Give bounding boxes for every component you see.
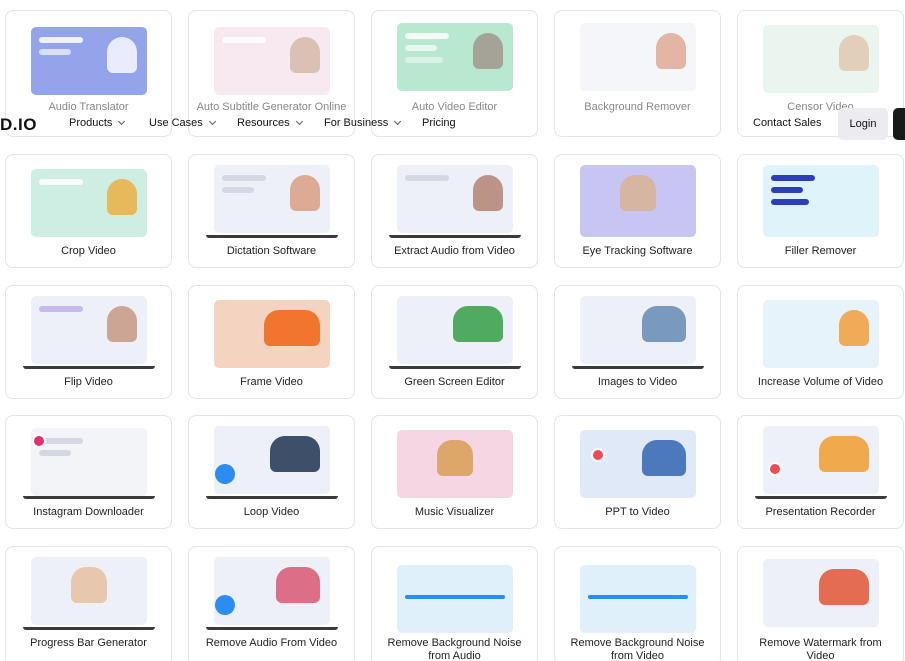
- tool-thumbnail: [396, 430, 513, 498]
- tool-card[interactable]: Remove Audio From Video: [188, 546, 355, 661]
- tool-card-title: Crop Video: [61, 245, 116, 257]
- tool-card[interactable]: Remove Background Noise from Video: [554, 546, 721, 661]
- tool-card-title: Remove Audio From Video: [205, 637, 338, 649]
- nav-use-cases[interactable]: Use Cases: [149, 117, 216, 129]
- nav-for-business[interactable]: For Business: [324, 117, 402, 129]
- tool-thumbnail: [213, 426, 330, 494]
- tool-thumbnail: [396, 565, 513, 633]
- tool-card[interactable]: Loop Video: [188, 415, 355, 529]
- tool-card[interactable]: Progress Bar Generator: [5, 546, 172, 661]
- tool-card[interactable]: Remove Watermark from Video: [737, 546, 904, 661]
- tool-card-title: Remove Background Noise from Video: [570, 637, 705, 661]
- tool-card-title: Extract Audio from Video: [394, 245, 515, 257]
- loop-icon: [215, 464, 235, 484]
- tool-card-title: Green Screen Editor: [404, 376, 505, 388]
- chevron-down-icon: [118, 117, 126, 126]
- nav-label: Contact Sales: [753, 117, 822, 129]
- nav-label: For Business: [324, 117, 389, 129]
- chevron-down-icon: [394, 117, 402, 126]
- tool-card[interactable]: Extract Audio from Video: [371, 154, 538, 268]
- tool-card-title: Presentation Recorder: [765, 506, 876, 518]
- nav-pricing[interactable]: Pricing: [422, 117, 456, 129]
- tool-card[interactable]: Eye Tracking Software: [554, 154, 721, 268]
- tool-card[interactable]: Remove Background Noise from Audio: [371, 546, 538, 661]
- nav-products[interactable]: Products: [69, 117, 126, 129]
- tool-thumbnail: [579, 165, 696, 237]
- tool-card[interactable]: Instagram Downloader: [5, 415, 172, 529]
- tool-thumbnail: [396, 23, 513, 91]
- record-icon: [591, 448, 605, 462]
- tool-thumbnail: [579, 565, 696, 633]
- tool-card-grid: Audio Translator Auto Subtitle Generator…: [0, 0, 905, 661]
- tool-thumbnail: [396, 296, 513, 364]
- tool-thumbnail: [30, 169, 147, 237]
- tool-card-title: Instagram Downloader: [33, 506, 144, 518]
- top-nav: D.IO Products Use Cases Resources For Bu…: [0, 104, 905, 144]
- tool-card-title: Increase Volume of Video: [757, 376, 884, 388]
- tool-thumbnail: [579, 296, 696, 364]
- record-icon: [768, 462, 782, 476]
- tool-card-title: Eye Tracking Software: [582, 245, 693, 257]
- tool-thumbnail: [579, 23, 696, 91]
- login-button[interactable]: Login: [838, 108, 888, 140]
- tool-card[interactable]: Increase Volume of Video: [737, 285, 904, 399]
- tool-card-title: Images to Video: [597, 376, 678, 388]
- tool-card-title: Loop Video: [243, 506, 300, 518]
- tool-thumbnail: [762, 559, 879, 627]
- tool-card[interactable]: Filler Remover: [737, 154, 904, 268]
- tool-card-title: Progress Bar Generator: [30, 637, 147, 649]
- tool-thumbnail: [30, 428, 147, 496]
- tool-thumbnail: [762, 300, 879, 368]
- mute-icon: [215, 595, 235, 615]
- nav-label: Resources: [237, 117, 290, 129]
- nav-resources[interactable]: Resources: [237, 117, 303, 129]
- tool-card-title: Music Visualizer: [414, 506, 495, 518]
- tool-thumbnail: [579, 430, 696, 498]
- chevron-down-icon: [208, 117, 216, 126]
- tool-thumbnail: [762, 165, 879, 237]
- tool-card[interactable]: Dictation Software: [188, 154, 355, 268]
- tool-card-title: Filler Remover: [784, 245, 857, 257]
- tool-card-title: Remove Background Noise from Audio: [387, 637, 522, 661]
- tool-card[interactable]: Crop Video: [5, 154, 172, 268]
- tool-card[interactable]: Frame Video: [188, 285, 355, 399]
- tool-card[interactable]: Green Screen Editor: [371, 285, 538, 399]
- tool-card-title: Frame Video: [240, 376, 303, 388]
- nav-label: Products: [69, 117, 113, 129]
- chevron-down-icon: [295, 117, 303, 126]
- nav-label: Use Cases: [149, 117, 203, 129]
- tool-card-title: PPT to Video: [605, 506, 670, 518]
- tool-thumbnail: [30, 27, 147, 95]
- tool-thumbnail: [213, 165, 330, 233]
- tool-card-title: Flip Video: [64, 376, 113, 388]
- contact-sales-link[interactable]: Contact Sales: [753, 117, 821, 129]
- tool-card-title: Remove Watermark from Video: [759, 637, 882, 661]
- tool-thumbnail: [30, 296, 147, 364]
- tool-thumbnail: [213, 27, 330, 95]
- signup-button[interactable]: [893, 108, 905, 140]
- instagram-icon: [32, 434, 46, 448]
- tool-card[interactable]: PPT to Video: [554, 415, 721, 529]
- tool-thumbnail: [762, 426, 879, 494]
- tool-card[interactable]: Images to Video: [554, 285, 721, 399]
- nav-label: Pricing: [422, 117, 456, 129]
- logo[interactable]: D.IO: [0, 115, 37, 135]
- tool-thumbnail: [30, 557, 147, 625]
- tool-thumbnail: [762, 25, 879, 93]
- tool-card[interactable]: Flip Video: [5, 285, 172, 399]
- tool-thumbnail: [396, 165, 513, 233]
- tool-card[interactable]: Presentation Recorder: [737, 415, 904, 529]
- tool-thumbnail: [213, 300, 330, 368]
- tool-thumbnail: [213, 557, 330, 625]
- tool-card[interactable]: Music Visualizer: [371, 415, 538, 529]
- tool-card-title: Dictation Software: [226, 245, 317, 257]
